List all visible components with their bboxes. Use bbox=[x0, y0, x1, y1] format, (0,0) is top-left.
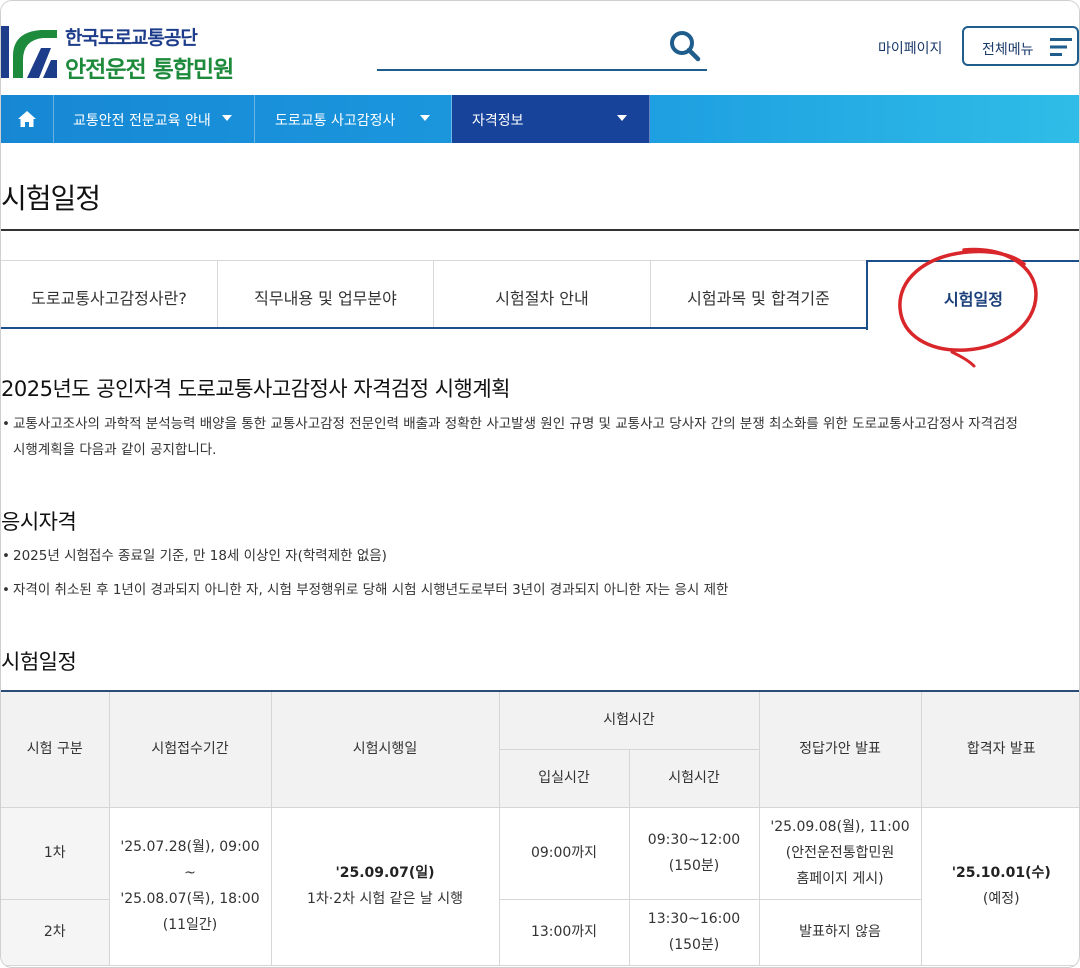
page-title: 시험일정 bbox=[1, 182, 101, 215]
answer-place-cont: 홈페이지 게시) bbox=[796, 871, 884, 887]
apply-period-cell: '25.07.28(월), 09:00 ~ '25.08.07(목), 18:0… bbox=[108, 806, 272, 966]
table-header-row: 시험 구분 시험접수기간 시험시행일 시험시간 정답가안 발표 합격자 발표 bbox=[1, 691, 1079, 808]
header-apply-period: 시험접수기간 bbox=[108, 691, 272, 808]
tab-label: 시험일정 bbox=[944, 290, 1003, 309]
tab-label: 시험과목 및 합격기준 bbox=[687, 289, 830, 308]
apply-separator: ~ bbox=[184, 865, 196, 881]
mypage-link[interactable]: 마이페이지 bbox=[878, 38, 942, 58]
exam-date: '25.09.07(일) bbox=[335, 865, 435, 881]
apply-start: '25.07.28(월), 09:00 bbox=[120, 839, 260, 855]
tab-about[interactable]: 도로교통사고감정사란? bbox=[1, 260, 218, 328]
header-result-release: 합격자 발표 bbox=[920, 691, 1079, 808]
plan-description: • 교통사고조사의 과학적 분석능력 배양을 통한 교통사고감정 전문인력 배출… bbox=[1, 411, 1079, 463]
entry-time-cell: 13:00까지 bbox=[498, 898, 630, 966]
nav-item-label: 자격정보 bbox=[472, 113, 524, 129]
header-type: 시험 구분 bbox=[1, 691, 110, 808]
exam-time: 09:30~12:00 bbox=[647, 832, 741, 848]
tab-schedule[interactable]: 시험일정 bbox=[866, 260, 1079, 330]
plan-text-line1: 교통사고조사의 과학적 분석능력 배양을 통한 교통사고감정 전문인력 배출과 … bbox=[13, 416, 1018, 432]
tab-subjects[interactable]: 시험과목 및 합격기준 bbox=[651, 260, 867, 328]
logo-service-name: 안전운전 통합민원 bbox=[65, 57, 234, 83]
table-row: 1차 '25.07.28(월), 09:00 ~ '25.08.07(목), 1… bbox=[1, 806, 1079, 966]
all-menu-button[interactable]: 전체메뉴 bbox=[962, 26, 1079, 66]
header-exam-date: 시험시행일 bbox=[270, 691, 500, 808]
eligibility-text: 자격이 취소된 후 1년이 경과되지 아니한 자, 시험 부정행위로 당해 시험… bbox=[13, 582, 729, 598]
list-item: • 자격이 취소된 후 1년이 경과되지 아니한 자, 시험 부정행위로 당해 … bbox=[1, 577, 1079, 603]
caret-down-icon bbox=[420, 115, 430, 121]
bullet-dot: • bbox=[2, 416, 10, 432]
hamburger-menu-icon bbox=[1050, 38, 1072, 56]
nav-item-qualification[interactable]: 자격정보 bbox=[452, 95, 650, 143]
sub-tabs: 도로교통사고감정사란? 직무내용 및 업무분야 시험절차 안내 시험과목 및 합… bbox=[1, 260, 1079, 330]
exam-time-cell: 09:30~12:00 (150분) bbox=[628, 806, 760, 900]
exam-duration: (150분) bbox=[668, 937, 720, 953]
search-input[interactable] bbox=[377, 29, 707, 71]
nav-item-label: 도로교통 사고감정사 bbox=[275, 113, 396, 129]
row-type: 1차 bbox=[1, 806, 110, 900]
tab-duties[interactable]: 직무내용 및 업무분야 bbox=[218, 260, 434, 328]
result-note: (예정) bbox=[982, 891, 1020, 907]
eligibility-text: 2025년 시험접수 종료일 기준, 만 18세 이상인 자(학력제한 없음) bbox=[13, 548, 387, 564]
apply-days: (11일간) bbox=[162, 917, 218, 933]
main-nav: 교통안전 전문교육 안내 도로교통 사고감정사 자격정보 bbox=[1, 95, 1079, 143]
result-date: '25.10.01(수) bbox=[951, 865, 1051, 881]
apply-end: '25.08.07(목), 18:00 bbox=[120, 891, 260, 907]
bullet-dot: • bbox=[2, 548, 10, 564]
section-title-plan: 2025년도 공인자격 도로교통사고감정사 자격검정 시행계획 bbox=[1, 377, 511, 401]
bullet-dot: • bbox=[2, 582, 10, 598]
exam-note: 1차·2차 시험 같은 날 시행 bbox=[307, 891, 463, 907]
caret-down-icon bbox=[617, 115, 627, 121]
schedule-table: 시험 구분 시험접수기간 시험시행일 시험시간 정답가안 발표 합격자 발표 입… bbox=[1, 690, 1079, 966]
answer-release-cell: '25.09.08(월), 11:00 (안전운전통합민원 홈페이지 게시) bbox=[758, 806, 922, 900]
site-header: 한국도로교통공단 안전운전 통합민원 마이페이지 전체메뉴 bbox=[1, 1, 1079, 94]
section-title-eligibility: 응시자격 bbox=[1, 510, 77, 534]
exam-time-cell: 13:30~16:00 (150분) bbox=[628, 898, 760, 966]
tab-label: 시험절차 안내 bbox=[495, 289, 589, 308]
logo-mark-icon bbox=[1, 26, 57, 78]
exam-date-cell: '25.09.07(일) 1차·2차 시험 같은 날 시행 bbox=[270, 806, 500, 966]
header-entry-time: 입실시간 bbox=[499, 748, 630, 808]
exam-duration: (150분) bbox=[668, 858, 720, 874]
home-icon bbox=[18, 111, 36, 127]
site-logo[interactable]: 한국도로교통공단 안전운전 통합민원 bbox=[1, 23, 241, 83]
list-item: • 2025년 시험접수 종료일 기준, 만 18세 이상인 자(학력제한 없음… bbox=[1, 543, 1079, 569]
nav-item-accident-appraiser[interactable]: 도로교통 사고감정사 bbox=[255, 95, 452, 143]
header-exam-time: 시험시간 bbox=[628, 748, 759, 808]
section-title-schedule: 시험일정 bbox=[1, 650, 77, 674]
nav-item-education[interactable]: 교통안전 전문교육 안내 bbox=[53, 95, 255, 143]
result-release-cell: '25.10.01(수) (예정) bbox=[920, 806, 1079, 966]
header-exam-time-group: 시험시간 bbox=[498, 691, 760, 750]
answer-place: (안전운전통합민원 bbox=[785, 845, 895, 861]
header-answer-release: 정답가안 발표 bbox=[758, 691, 922, 808]
entry-time-cell: 09:00까지 bbox=[498, 806, 630, 900]
tab-label: 직무내용 및 업무분야 bbox=[254, 289, 397, 308]
nav-home-button[interactable] bbox=[1, 95, 54, 143]
tab-procedure[interactable]: 시험절차 안내 bbox=[434, 260, 651, 328]
page-frame: 한국도로교통공단 안전운전 통합민원 마이페이지 전체메뉴 교통안전 전문교육 … bbox=[0, 0, 1080, 968]
plan-text-line2: 시행계획을 다음과 같이 공지합니다. bbox=[13, 442, 217, 458]
search-icon[interactable] bbox=[667, 29, 703, 65]
logo-org-name: 한국도로교통공단 bbox=[65, 27, 198, 49]
exam-time: 13:30~16:00 bbox=[647, 911, 741, 927]
row-type: 2차 bbox=[1, 898, 110, 966]
all-menu-label: 전체메뉴 bbox=[982, 42, 1034, 58]
answer-release-cell: 발표하지 않음 bbox=[758, 898, 921, 966]
caret-down-icon bbox=[222, 115, 232, 121]
nav-item-label: 교통안전 전문교육 안내 bbox=[73, 113, 211, 129]
tab-label: 도로교통사고감정사란? bbox=[31, 289, 187, 308]
answer-date: '25.09.08(월), 11:00 bbox=[770, 819, 910, 835]
divider bbox=[1, 229, 1079, 231]
